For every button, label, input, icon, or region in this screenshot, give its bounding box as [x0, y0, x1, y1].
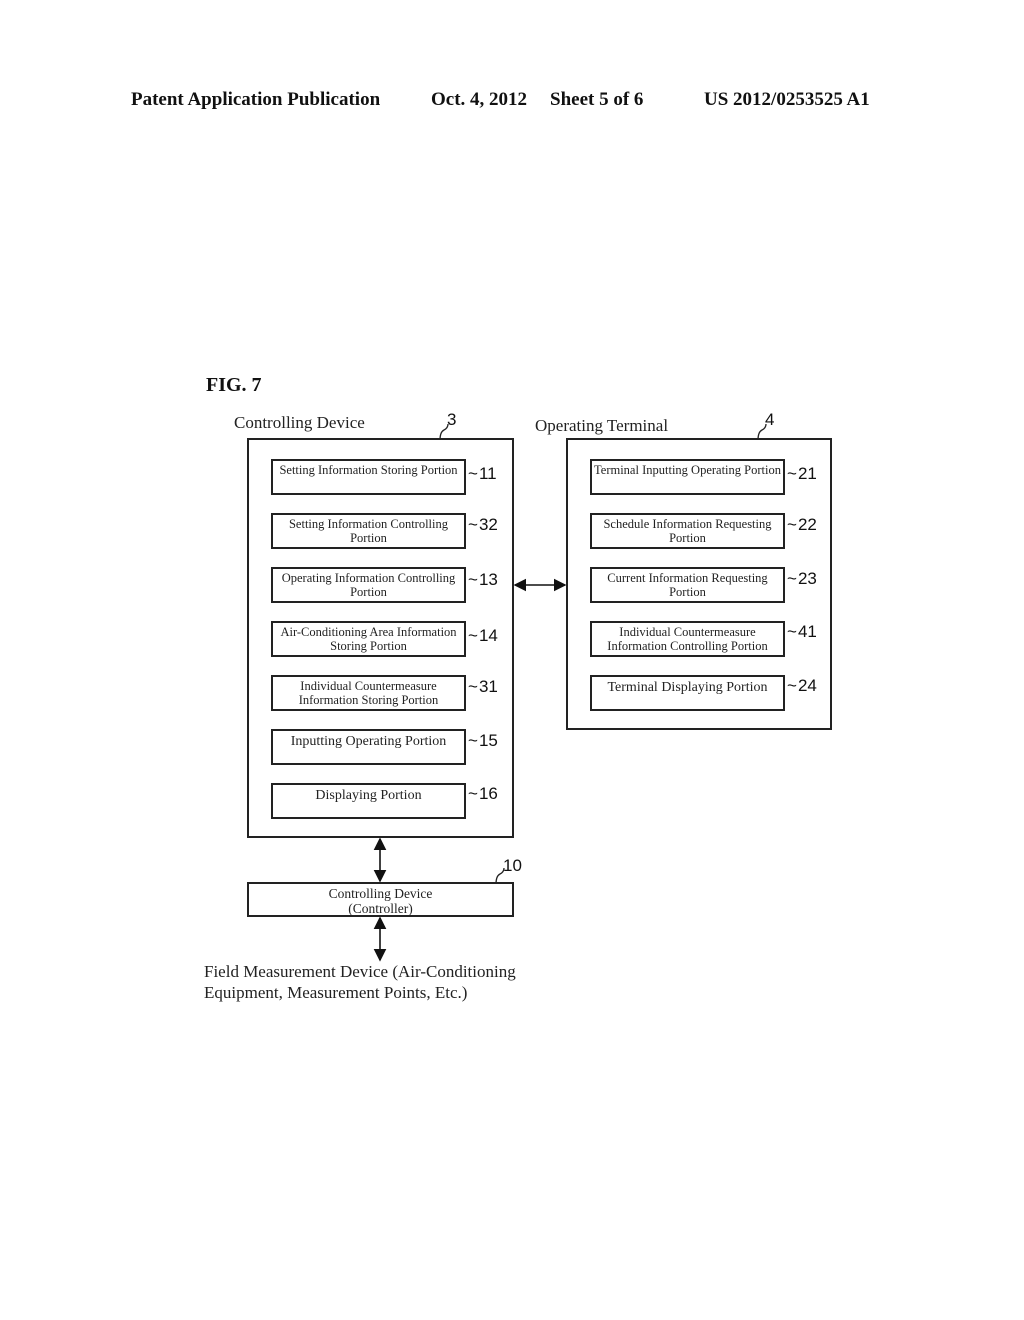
sheet-number: Sheet 5 of 6 [550, 89, 644, 110]
ref-23: ~23 [787, 569, 817, 588]
block-displaying: Displaying Portion [271, 783, 466, 819]
block-individual-countermeasure-info-controlling: Individual Countermeasure Information Co… [590, 621, 785, 657]
ref-32: ~32 [468, 515, 498, 534]
ref-13: ~13 [468, 570, 498, 589]
field-measurement-device: Field Measurement Device (Air-Conditioni… [204, 962, 516, 1002]
block-operating-info-controlling: Operating Information Controlling Portio… [271, 567, 466, 603]
ref-31: ~31 [468, 677, 498, 696]
operating-terminal-ref: 4 [765, 410, 775, 429]
ref-41: ~41 [787, 622, 817, 641]
ref-21: ~21 [787, 464, 817, 483]
block-current-info-requesting: Current Information Requesting Portion [590, 567, 785, 603]
ref-14: ~14 [468, 626, 498, 645]
block-setting-info-storing: Setting Information Storing Portion [271, 459, 466, 495]
ref-11: ~11 [468, 464, 497, 483]
controller-ref: 10 [503, 856, 522, 875]
block-air-conditioning-area-info-storing: Air-Conditioning Area Information Storin… [271, 621, 466, 657]
ref-16: ~16 [468, 784, 498, 803]
figure-label: FIG. 7 [206, 374, 262, 396]
operating-terminal-title: Operating Terminal [535, 416, 669, 435]
block-terminal-inputting-operating: Terminal Inputting Operating Portion [590, 459, 785, 495]
controlling-device-ref: 3 [447, 410, 457, 429]
block-setting-info-controlling: Setting Information Controlling Portion [271, 513, 466, 549]
publication-type: Patent Application Publication [131, 89, 381, 110]
controlling-device-title: Controlling Device [234, 413, 365, 432]
ref-24: ~24 [787, 676, 817, 695]
block-schedule-info-requesting: Schedule Information Requesting Portion [590, 513, 785, 549]
patent-number: US 2012/0253525 A1 [704, 89, 870, 110]
ref-22: ~22 [787, 515, 817, 534]
block-individual-countermeasure-info-storing: Individual Countermeasure Information St… [271, 675, 466, 711]
block-controller: Controlling Device (Controller) [247, 882, 514, 917]
block-inputting-operating: Inputting Operating Portion [271, 729, 466, 765]
publication-date: Oct. 4, 2012 [431, 89, 528, 110]
ref-15: ~15 [468, 731, 498, 750]
block-terminal-displaying: Terminal Displaying Portion [590, 675, 785, 711]
